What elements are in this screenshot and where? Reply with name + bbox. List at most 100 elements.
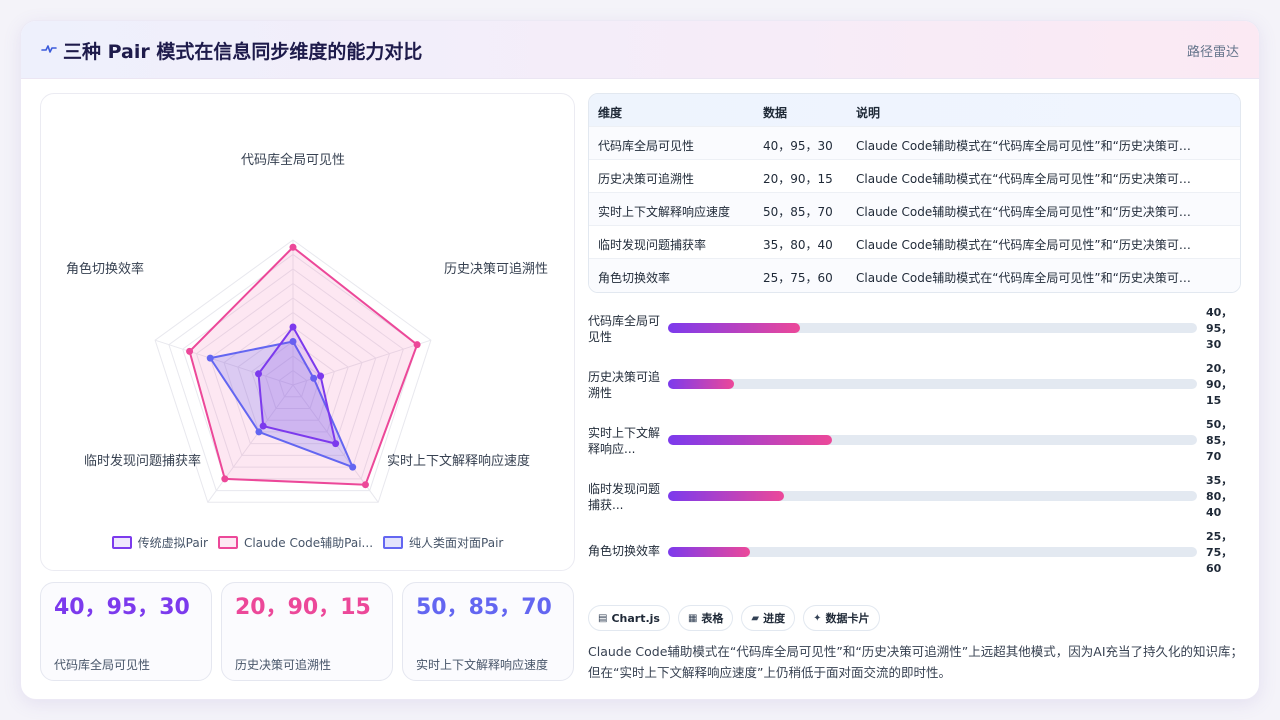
- progress-fill: [668, 491, 785, 501]
- progress-label: 代码库全局可见性: [588, 314, 661, 344]
- progress-label: 临时发现问题捕获...: [588, 482, 661, 512]
- progress-row: 代码库全局可见性 40，95，30: [588, 306, 1248, 357]
- legend-label: 纯人类面对面Pair: [409, 536, 504, 550]
- table-cell: 实时上下文解释响应速度: [598, 205, 731, 219]
- radar-point: [289, 243, 297, 251]
- radar-axis-label: 角色切换效率: [66, 261, 144, 277]
- legend-swatch: [111, 536, 132, 549]
- radar-point: [361, 481, 369, 489]
- table-cell: Claude Code辅助模式在“代码库全局可见性”和“历史决策可追...: [856, 139, 1201, 153]
- table-cell: 40，95，30: [763, 139, 833, 153]
- table-row: 代码库全局可见性 40，95，30 Claude Code辅助模式在“代码库全局…: [589, 127, 1240, 160]
- table-header-cell: 数据: [763, 106, 788, 120]
- radar-point: [206, 354, 214, 362]
- chip-progress[interactable]: ▰ 进度: [741, 605, 796, 631]
- progress-icon: ▰: [751, 612, 760, 624]
- legend-label: 传统虚拟Pair: [137, 536, 208, 550]
- kpi-card-traceability: 20，90，15 历史决策可追溯性: [221, 582, 393, 681]
- table-cell: Claude Code辅助模式在“代码库全局可见性”和“历史决策可追...: [856, 238, 1201, 252]
- table-header-row: 维度 数据 说明: [589, 94, 1240, 127]
- table-cell: Claude Code辅助模式在“代码库全局可见性”和“历史决策可追...: [856, 172, 1201, 186]
- chip-label: 进度: [763, 612, 786, 625]
- progress-row: 临时发现问题捕获... 35，80，40: [588, 474, 1248, 525]
- legend-item-traditional[interactable]: 传统虚拟Pair: [111, 534, 208, 551]
- radar-point: [186, 347, 194, 355]
- progress-track: [668, 323, 1197, 333]
- kpi-card-visibility: 40，95，30 代码库全局可见性: [40, 582, 212, 681]
- radar-point: [349, 463, 357, 471]
- progress-fill: [668, 547, 750, 557]
- table-row: 实时上下文解释响应速度 50，85，70 Claude Code辅助模式在“代码…: [589, 193, 1240, 226]
- legend-item-claude[interactable]: Claude Code辅助Pai...: [217, 534, 374, 551]
- kpi-card-response: 50，85，70 实时上下文解释响应速度: [402, 582, 574, 681]
- chip-table[interactable]: ▦ 表格: [677, 605, 734, 631]
- progress-label: 历史决策可追溯性: [588, 370, 661, 400]
- kpi-label: 实时上下文解释响应速度: [416, 658, 549, 672]
- radar-chart-panel: 代码库全局可见性历史决策可追溯性实时上下文解释响应速度 临时发现问题捕获率 角色切换…: [40, 93, 575, 571]
- table-cell: 25，75，60: [763, 271, 833, 285]
- radar-axis-label: 临时发现问题捕获率: [84, 453, 201, 469]
- table-cell: 代码库全局可见性: [598, 139, 695, 153]
- progress-fill: [668, 323, 801, 333]
- progress-fill: [668, 379, 735, 389]
- table-header-cell: 说明: [856, 106, 881, 120]
- radar-point: [317, 372, 325, 380]
- sparkle-icon: ✦: [813, 612, 822, 624]
- dashboard-card: 三种 Pair 模式在信息同步维度的能力对比 路径雷达 代码库全局可见性 历史决策…: [20, 20, 1260, 700]
- progress-track: [668, 435, 1197, 445]
- table-cell: 50，85，70: [763, 205, 833, 219]
- radar-point: [259, 422, 267, 430]
- table-cell: 35，80，40: [763, 238, 833, 252]
- radar-axis-label: 代码库全局可见性: [241, 152, 345, 168]
- chip-label: Chart.js: [611, 611, 660, 625]
- chip-label: 表格: [701, 612, 724, 625]
- radar-axis-label: 历史决策可追溯性: [444, 261, 548, 277]
- radar-path-link[interactable]: 路径雷达: [1187, 41, 1239, 60]
- table-cell: 历史决策可追溯性: [598, 172, 695, 186]
- radar-axis-label: 实时上下文解释响应速度: [387, 453, 530, 469]
- progress-value: 35，80，40: [1206, 474, 1233, 519]
- chip-label: 数据卡片: [825, 612, 870, 625]
- pulse-icon: [41, 45, 57, 53]
- progress-row: 历史决策可追溯性 20，90，15: [588, 362, 1248, 413]
- tech-chips: ▤ Chart.js ▦ 表格 ▰ 进度 ✦ 数据卡片: [588, 605, 880, 631]
- progress-value: 25，75，60: [1206, 530, 1233, 575]
- kpi-value: 50，85，70: [416, 595, 552, 620]
- radar-chart: 代码库全局可见性历史决策可追溯性实时上下文解释响应速度 临时发现问题捕获率 角色切换…: [66, 152, 548, 503]
- progress-value: 50，85，70: [1206, 418, 1233, 463]
- radar-point: [255, 428, 263, 436]
- progress-row: 角色切换效率 25，75，60: [588, 530, 1248, 579]
- radar-point: [255, 370, 263, 378]
- table-header-cell: 维度: [598, 106, 623, 120]
- summary-text: Claude Code辅助模式在“代码库全局可见性”和“历史决策可追溯性”上远超…: [588, 644, 1244, 680]
- table-row: 历史决策可追溯性 20，90，15 Claude Code辅助模式在“代码库全局…: [589, 160, 1240, 193]
- legend-swatch: [217, 536, 238, 549]
- kpi-value: 40，95，30: [54, 595, 190, 620]
- legend-label: Claude Code辅助Pai...: [243, 536, 374, 550]
- progress-track: [668, 547, 1197, 557]
- chart-icon: ▤: [598, 612, 608, 624]
- chip-data-card[interactable]: ✦ 数据卡片: [803, 605, 880, 631]
- radar-point: [413, 341, 421, 349]
- radar-point: [289, 323, 297, 331]
- chart-legend: 传统虚拟Pair Claude Code辅助Pai... 纯人类面对面Pair: [41, 534, 574, 551]
- progress-track: [668, 491, 1197, 501]
- table-cell: 临时发现问题捕获率: [598, 238, 707, 252]
- table-cell: 20，90，15: [763, 172, 833, 186]
- table-cell: Claude Code辅助模式在“代码库全局可见性”和“历史决策可追...: [856, 205, 1201, 219]
- data-table: 维度 数据 说明 代码库全局可见性 40，95，30 Claude Code辅助…: [588, 93, 1241, 293]
- progress-value: 20，90，15: [1206, 362, 1233, 407]
- table-icon: ▦: [687, 612, 698, 624]
- progress-fill: [668, 435, 832, 445]
- radar-point: [332, 440, 340, 448]
- legend-swatch: [383, 536, 404, 549]
- chip-chartjs[interactable]: ▤ Chart.js: [588, 605, 670, 631]
- progress-track: [668, 379, 1197, 389]
- progress-label: 角色切换效率: [588, 544, 661, 558]
- kpi-label: 历史决策可追溯性: [235, 658, 332, 672]
- header-bar: 三种 Pair 模式在信息同步维度的能力对比 路径雷达: [21, 21, 1259, 79]
- radar-point: [221, 475, 229, 483]
- legend-item-human[interactable]: 纯人类面对面Pair: [383, 534, 503, 551]
- progress-row: 实时上下文解释响应... 50，85，70: [588, 418, 1248, 469]
- table-cell: Claude Code辅助模式在“代码库全局可见性”和“历史决策可追...: [856, 271, 1201, 285]
